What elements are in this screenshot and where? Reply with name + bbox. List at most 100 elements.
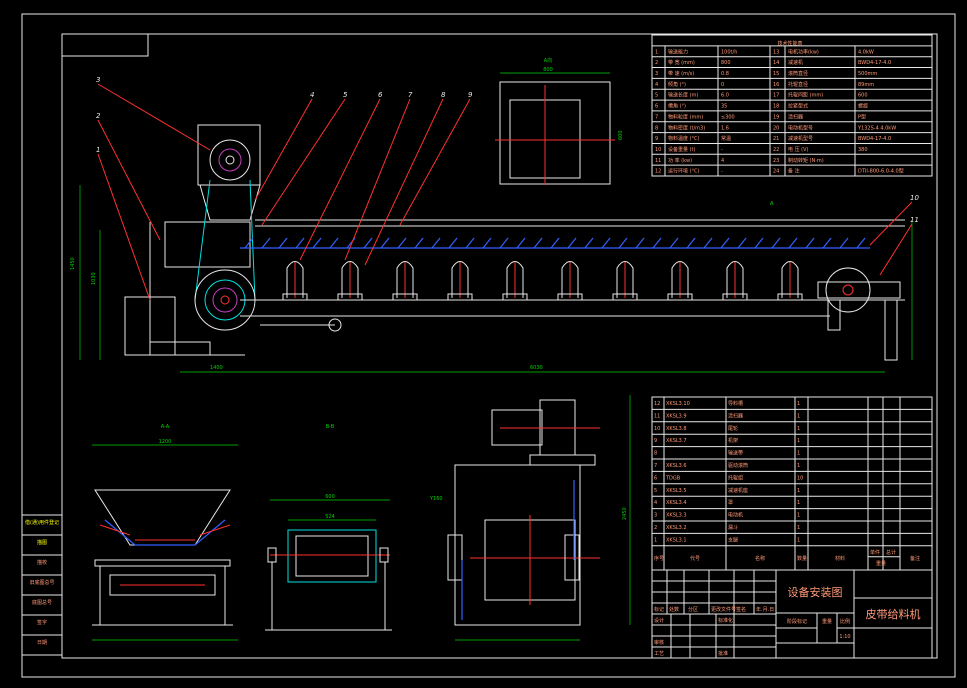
parts-cell: 驱动滚筒 [728,462,748,469]
belt-mark [737,237,747,249]
parts-header-name: 名称 [755,555,765,562]
parts-cell: 5 [654,488,657,494]
belt-mark [771,237,781,249]
parts-cell: 1 [797,401,800,407]
belt-mark [584,237,594,249]
tech-table-cell: 功 率 (kw) [668,157,692,164]
tech-table-cell: BWD4-17-4.0 [858,136,891,142]
tech-table-cell: 4 [655,82,658,88]
parts-cell: 10 [797,475,803,481]
leader-line [97,153,151,301]
tech-table-cell: 带 宽 (mm) [668,59,695,66]
drawing-title: 皮带给料机 [866,607,921,621]
tech-table-cell: - [721,169,723,175]
leader-line [97,83,211,151]
belt-mark [805,237,815,249]
arrow-label-a: A [770,201,774,207]
leader-line [261,98,346,226]
balloon-6: 6 [378,91,383,99]
title-block-zone: 分区 [688,606,698,613]
corner-box [61,33,149,57]
belt-mark [482,237,492,249]
balloon-1: 1 [96,146,100,154]
tech-table-cell: 21 [773,136,779,142]
tech-table-cell: 4.0kW [858,49,874,55]
tech-table-cell: 物料密度 (t/m3) [668,124,705,131]
tech-table-cell: 9 [655,136,658,142]
parts-cell: TDGB [665,475,681,481]
sheet-title: 设备安装图 [788,585,843,599]
balloon-9: 9 [468,91,473,99]
belt-mark [754,237,764,249]
tech-table-cell: 20 [773,125,779,131]
tech-table-cell: 10 [655,147,661,153]
parts-cell: 3 [654,513,657,519]
parts-cell: 12 [654,401,660,407]
belt-mark [431,237,441,249]
leader-line [399,98,471,226]
belt-mark [312,237,322,249]
title-block-review: 审核 [654,639,664,646]
tech-table-cell: 11 [655,158,661,164]
belt-mark [788,237,798,249]
parts-header-qty: 数量 [797,555,807,562]
parts-cell: 1 [654,537,657,543]
tech-table-cell: 常温 [721,135,731,142]
parts-cell: 8 [654,451,657,457]
tech-table-cell: 5 [655,93,658,99]
scale-value: 1:10 [839,634,850,640]
dim-frame-height: 1030 [91,272,97,285]
parts-cell: 1 [797,525,800,531]
left-strip-label: 旧底图总号 [29,579,54,586]
tech-table-cell: DTII-800-6.0-4.0型 [858,168,904,175]
parts-header-weight: 重量 [876,560,886,567]
balloon-8: 8 [441,91,446,99]
parts-cell: 支腿 [728,536,738,543]
belt-mark [635,237,645,249]
belt-mark [414,237,424,249]
tech-table-cell: 带 速 (m/s) [668,71,694,77]
parts-cell: XKSL3.10 [666,401,690,407]
tech-table-cell: 17 [773,93,779,99]
tech-table-cell: 运行环境 (°C) [668,168,700,175]
tech-table-cell: 800 [721,60,731,66]
parts-cell: 1 [797,513,800,519]
parts-cell: 11 [654,413,660,419]
parts-cell: 尾轮 [728,425,738,432]
parts-cell: 6 [654,475,657,481]
leader-line [299,98,381,261]
title-block-date: 年.月.日 [756,606,774,613]
balloon-2: 2 [96,112,101,120]
tech-table-cell: 电动机型号 [788,124,813,131]
balloon-11: 11 [910,216,919,224]
title-block-standard: 标准化 [718,617,733,624]
belt-mark [397,237,407,249]
left-strip-label: 底图总号 [32,599,52,606]
tech-table-cell: 倾角 (°) [668,81,686,88]
tech-table-cell: 托辊间距 (mm) [788,92,823,99]
belt-mark [363,237,373,249]
belt-mark [329,237,339,249]
leader-line [254,98,313,201]
tech-table-cell: P型 [858,113,866,120]
tech-table-cell: 输送能力 [668,48,688,55]
dim-bb-width-2: 524 [325,514,335,520]
belt-mark [465,237,475,249]
parts-cell: 1 [797,537,800,543]
tech-table-cell: 19 [773,114,779,120]
section-a-a-view: A-A 1200 [92,424,238,641]
title-block-approve: 批准 [718,650,728,657]
title-block-process: 工艺 [654,651,664,657]
left-strip: 借(通)用件登记描图描校旧底图总号底图总号签字日期 [21,514,63,656]
parts-cell: 漏斗 [728,524,738,531]
leader-line [879,223,913,276]
tech-table-cell: 3 [655,71,658,77]
belt-mark [261,237,271,249]
tech-table-cell: 15 [773,71,779,77]
belt-mark [380,237,390,249]
leader-line [869,201,913,246]
parts-list: 12 XKSL3.10 导料槽 111 XKSL3.9 清扫器 110 XKSL3.8 尾轮 19… [651,396,933,571]
belt-mark [601,237,611,249]
balloon-5: 5 [343,91,348,99]
title-block-count: 处数 [669,606,679,613]
